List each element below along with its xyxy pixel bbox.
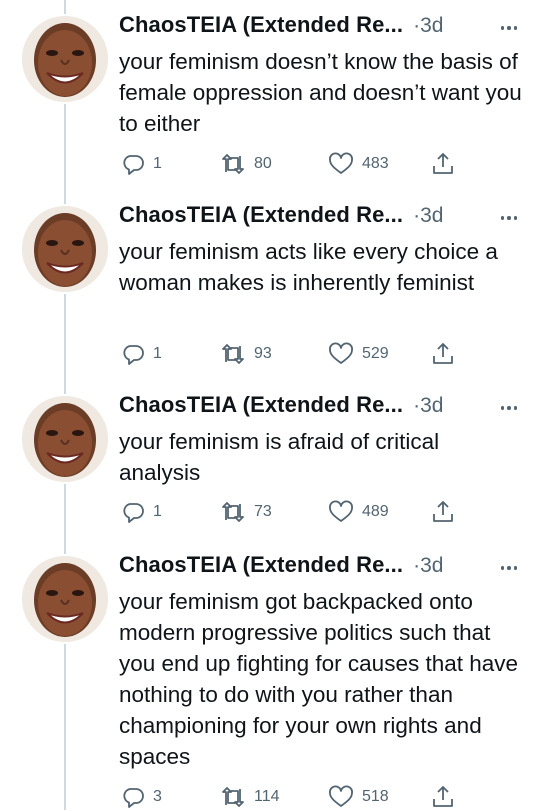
- retweet-button[interactable]: 80: [220, 152, 272, 176]
- author-name[interactable]: ChaosTEIA (Extended Re...: [119, 202, 403, 228]
- retweet-button[interactable]: 73: [220, 500, 272, 524]
- time-separator: ·: [413, 394, 421, 417]
- reply-count: 1: [153, 503, 162, 520]
- like-button[interactable]: 529: [328, 342, 389, 366]
- avatar[interactable]: [22, 556, 108, 642]
- like-count: 489: [362, 503, 389, 520]
- reply-button[interactable]: 1: [121, 342, 162, 366]
- share-icon: [433, 786, 453, 807]
- reply-count: 3: [153, 788, 162, 805]
- like-button[interactable]: 483: [328, 152, 389, 176]
- retweet-icon: [222, 787, 244, 807]
- tweet-text: your feminism doesn’t know the basis of …: [119, 49, 522, 136]
- tweet[interactable]: ChaosTEIA (Extended Re... · 3d your femi…: [0, 380, 539, 540]
- timestamp[interactable]: 3d: [420, 204, 443, 228]
- retweet-count: 73: [254, 503, 272, 520]
- reply-count: 1: [153, 345, 162, 362]
- tweet-text: your feminism got backpacked onto modern…: [119, 589, 519, 769]
- heart-icon: [329, 152, 353, 174]
- more-icon[interactable]: [500, 406, 517, 410]
- share-button[interactable]: [431, 341, 455, 367]
- heart-icon: [329, 785, 353, 807]
- like-count: 529: [362, 345, 389, 362]
- author-name[interactable]: ChaosTEIA (Extended Re...: [119, 392, 403, 418]
- reply-icon: [123, 788, 144, 808]
- timestamp[interactable]: 3d: [420, 554, 443, 578]
- heart-icon: [329, 500, 353, 522]
- tweet-text: your feminism is afraid of critical anal…: [119, 429, 440, 485]
- share-button[interactable]: [431, 499, 455, 525]
- retweet-count: 114: [254, 788, 280, 805]
- reply-icon: [123, 503, 144, 523]
- avatar[interactable]: [22, 206, 108, 292]
- like-button[interactable]: 518: [328, 785, 389, 809]
- share-icon: [433, 343, 453, 364]
- time-separator: ·: [413, 204, 421, 227]
- reply-icon: [123, 155, 144, 175]
- timestamp[interactable]: 3d: [420, 394, 443, 418]
- avatar[interactable]: [22, 16, 108, 102]
- like-button[interactable]: 489: [328, 500, 389, 524]
- like-count: 518: [362, 788, 389, 805]
- more-icon[interactable]: [500, 216, 517, 220]
- retweet-button[interactable]: 93: [220, 342, 272, 366]
- tweet[interactable]: ChaosTEIA (Extended Re... · 3d your femi…: [0, 190, 539, 380]
- heart-icon: [329, 342, 353, 364]
- time-separator: ·: [413, 14, 421, 37]
- avatar[interactable]: [22, 396, 108, 482]
- retweet-icon: [222, 502, 244, 522]
- reply-button[interactable]: 1: [121, 152, 162, 176]
- reply-button[interactable]: 1: [121, 500, 162, 524]
- reply-button[interactable]: 3: [121, 785, 162, 809]
- tweet[interactable]: ChaosTEIA (Extended Re... · 3d your femi…: [0, 0, 539, 190]
- retweet-count: 93: [254, 345, 272, 362]
- share-icon: [433, 501, 453, 522]
- time-separator: ·: [413, 554, 421, 577]
- timestamp[interactable]: 3d: [420, 14, 443, 38]
- share-button[interactable]: [431, 151, 455, 177]
- like-count: 483: [362, 155, 389, 172]
- share-icon: [433, 153, 453, 174]
- retweet-icon: [222, 344, 244, 364]
- reply-icon: [123, 345, 144, 365]
- more-icon[interactable]: [500, 26, 517, 30]
- retweet-button[interactable]: 114: [220, 785, 280, 809]
- reply-count: 1: [153, 155, 162, 172]
- author-name[interactable]: ChaosTEIA (Extended Re...: [119, 552, 403, 578]
- tweet-text: your feminism acts like every choice a w…: [119, 239, 498, 295]
- share-button[interactable]: [431, 784, 455, 810]
- retweet-count: 80: [254, 155, 272, 172]
- author-name[interactable]: ChaosTEIA (Extended Re...: [119, 12, 403, 38]
- tweet[interactable]: ChaosTEIA (Extended Re... · 3d your femi…: [0, 540, 539, 810]
- retweet-icon: [222, 154, 244, 174]
- more-icon[interactable]: [500, 566, 517, 570]
